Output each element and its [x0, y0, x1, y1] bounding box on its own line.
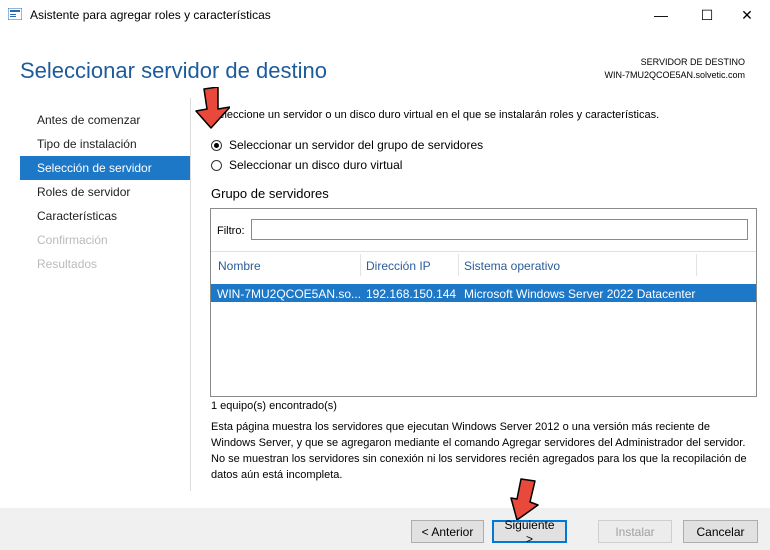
wizard-steps-nav: Antes de comenzar Tipo de instalación Se… — [20, 108, 190, 276]
maximize-icon: ☐ — [700, 6, 714, 23]
server-pool-panel: Filtro: Nombre Dirección IP Sistema oper… — [210, 208, 757, 397]
minimize-icon: — — [654, 7, 668, 23]
nav-item-caracteristicas[interactable]: Características — [20, 204, 190, 228]
server-manager-icon — [8, 8, 22, 20]
radio-button-checked[interactable] — [211, 139, 222, 151]
server-pool-title: Grupo de servidores — [211, 186, 329, 201]
annotation-arrow-icon — [195, 87, 230, 129]
nav-item-seleccion-de-servidor[interactable]: Selección de servidor — [20, 156, 190, 180]
column-divider[interactable] — [360, 254, 361, 276]
cell-server-name: WIN-7MU2QCOE5AN.so... — [217, 287, 362, 301]
wizard-footer: < Anterior Siguiente > Instalar Cancelar — [0, 508, 770, 550]
results-count: 1 equipo(s) encontrado(s) — [211, 400, 337, 412]
radio-virtual-disk-label: Seleccionar un disco duro virtual — [229, 158, 403, 172]
title-bar: Asistente para agregar roles y caracterí… — [0, 0, 770, 30]
radio-button-unchecked[interactable] — [211, 159, 222, 171]
nav-item-roles-de-servidor[interactable]: Roles de servidor — [20, 180, 190, 204]
intro-text: Seleccione un servidor o un disco duro v… — [211, 109, 660, 121]
column-header-sistema-operativo[interactable]: Sistema operativo — [464, 259, 560, 273]
cell-ip-address: 192.168.150.144 — [366, 287, 457, 301]
cell-operating-system: Microsoft Windows Server 2022 Datacenter — [464, 287, 696, 301]
column-header-nombre[interactable]: Nombre — [218, 259, 261, 273]
server-grid-header: Nombre Dirección IP Sistema operativo — [211, 251, 756, 277]
radio-server-pool-label: Seleccionar un servidor del grupo de ser… — [229, 138, 484, 152]
description-text: Esta página muestra los servidores que e… — [211, 421, 747, 481]
nav-divider — [190, 98, 191, 491]
filter-label: Filtro: — [217, 225, 245, 237]
nav-item-tipo-de-instalacion[interactable]: Tipo de instalación — [20, 132, 190, 156]
page-title: Seleccionar servidor de destino — [20, 58, 327, 83]
destination-server-label: SERVIDOR DE DESTINO — [640, 57, 745, 67]
install-button: Instalar — [598, 520, 672, 543]
next-button[interactable]: Siguiente > — [492, 518, 567, 546]
window-title: Asistente para agregar roles y caracterí… — [30, 8, 271, 22]
cancel-button[interactable]: Cancelar — [683, 520, 758, 543]
column-divider[interactable] — [696, 254, 697, 276]
close-icon: ✕ — [741, 6, 753, 23]
column-header-direccion-ip[interactable]: Dirección IP — [366, 259, 431, 273]
nav-item-confirmacion: Confirmación — [37, 233, 108, 247]
radio-server-pool[interactable]: Seleccionar un servidor del grupo de ser… — [211, 138, 483, 152]
radio-virtual-disk[interactable]: Seleccionar un disco duro virtual — [211, 158, 402, 172]
table-row[interactable]: WIN-7MU2QCOE5AN.so... 192.168.150.144 Mi… — [211, 284, 756, 302]
close-button[interactable]: ✕ — [724, 0, 770, 30]
destination-server-value: WIN-7MU2QCOE5AN.solvetic.com — [604, 70, 745, 80]
annotation-arrow-icon — [510, 478, 539, 520]
nav-item-resultados: Resultados — [37, 257, 98, 271]
filter-input[interactable] — [251, 219, 748, 240]
back-button[interactable]: < Anterior — [411, 520, 484, 543]
minimize-button[interactable]: — — [638, 0, 684, 30]
nav-item-antes-de-comenzar[interactable]: Antes de comenzar — [20, 108, 190, 132]
column-divider[interactable] — [458, 254, 459, 276]
